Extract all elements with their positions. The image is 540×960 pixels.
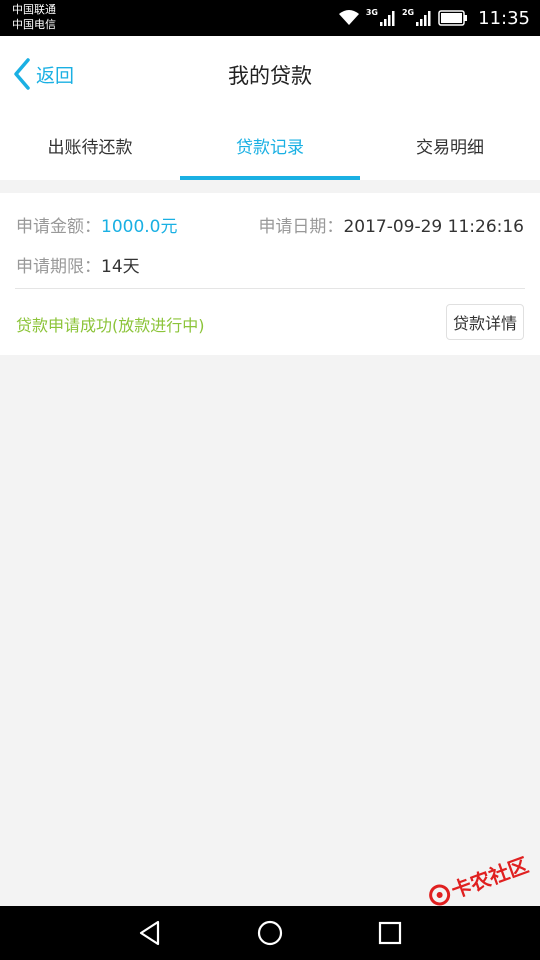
- divider: [15, 288, 525, 289]
- recents-square-icon[interactable]: [376, 918, 404, 948]
- loan-detail-button[interactable]: 贷款详情: [446, 304, 524, 340]
- carrier-2: 中国电信: [12, 18, 56, 31]
- tab-loan-records[interactable]: 贷款记录: [180, 112, 360, 180]
- term-label: 申请期限：: [16, 257, 101, 277]
- tab-bar: 出账待还款 贷款记录 交易明细: [0, 112, 540, 180]
- amount-label: 申请金额：: [16, 217, 101, 237]
- amount-row: 申请金额：1000.0元: [16, 212, 177, 237]
- loan-record-card: 申请金额：1000.0元 申请日期：2017-09-29 11:26:16 申请…: [0, 193, 540, 355]
- date-value: 2017-09-29 11:26:16: [343, 217, 524, 237]
- wifi-icon: [338, 10, 359, 25]
- tab-transaction-details[interactable]: 交易明细: [360, 112, 540, 180]
- carrier-1: 中国联通: [12, 3, 56, 16]
- term-value: 14天: [101, 257, 140, 277]
- signal-icon: [379, 11, 395, 26]
- status-icons: 3G 2G 11:35: [338, 0, 530, 36]
- amount-value: 1000.0元: [101, 217, 178, 237]
- network-type-2: 2G: [401, 7, 415, 17]
- battery-icon: [438, 10, 468, 26]
- app-header: 返回 我的贷款: [0, 36, 540, 112]
- watermark-text: 卡农社区: [448, 852, 532, 903]
- date-row: 申请日期：2017-09-29 11:26:16: [258, 212, 524, 237]
- status-bar: 中国联通 中国电信 3G 2G 11:35: [0, 0, 540, 36]
- watermark: 卡农社区: [424, 849, 532, 912]
- back-triangle-icon[interactable]: [136, 918, 164, 948]
- loan-status-text: 贷款申请成功(放款进行中): [16, 316, 205, 335]
- tab-pending-repayment[interactable]: 出账待还款: [0, 112, 180, 180]
- status-time: 11:35: [478, 7, 530, 29]
- system-nav-bar: [0, 906, 540, 960]
- date-label: 申请日期：: [258, 217, 344, 237]
- signal-icon: [416, 11, 431, 26]
- page-title: 我的贷款: [228, 64, 312, 88]
- home-circle-icon[interactable]: [256, 918, 284, 948]
- term-row: 申请期限：14天: [16, 252, 140, 277]
- network-type-1: 3G: [365, 7, 378, 17]
